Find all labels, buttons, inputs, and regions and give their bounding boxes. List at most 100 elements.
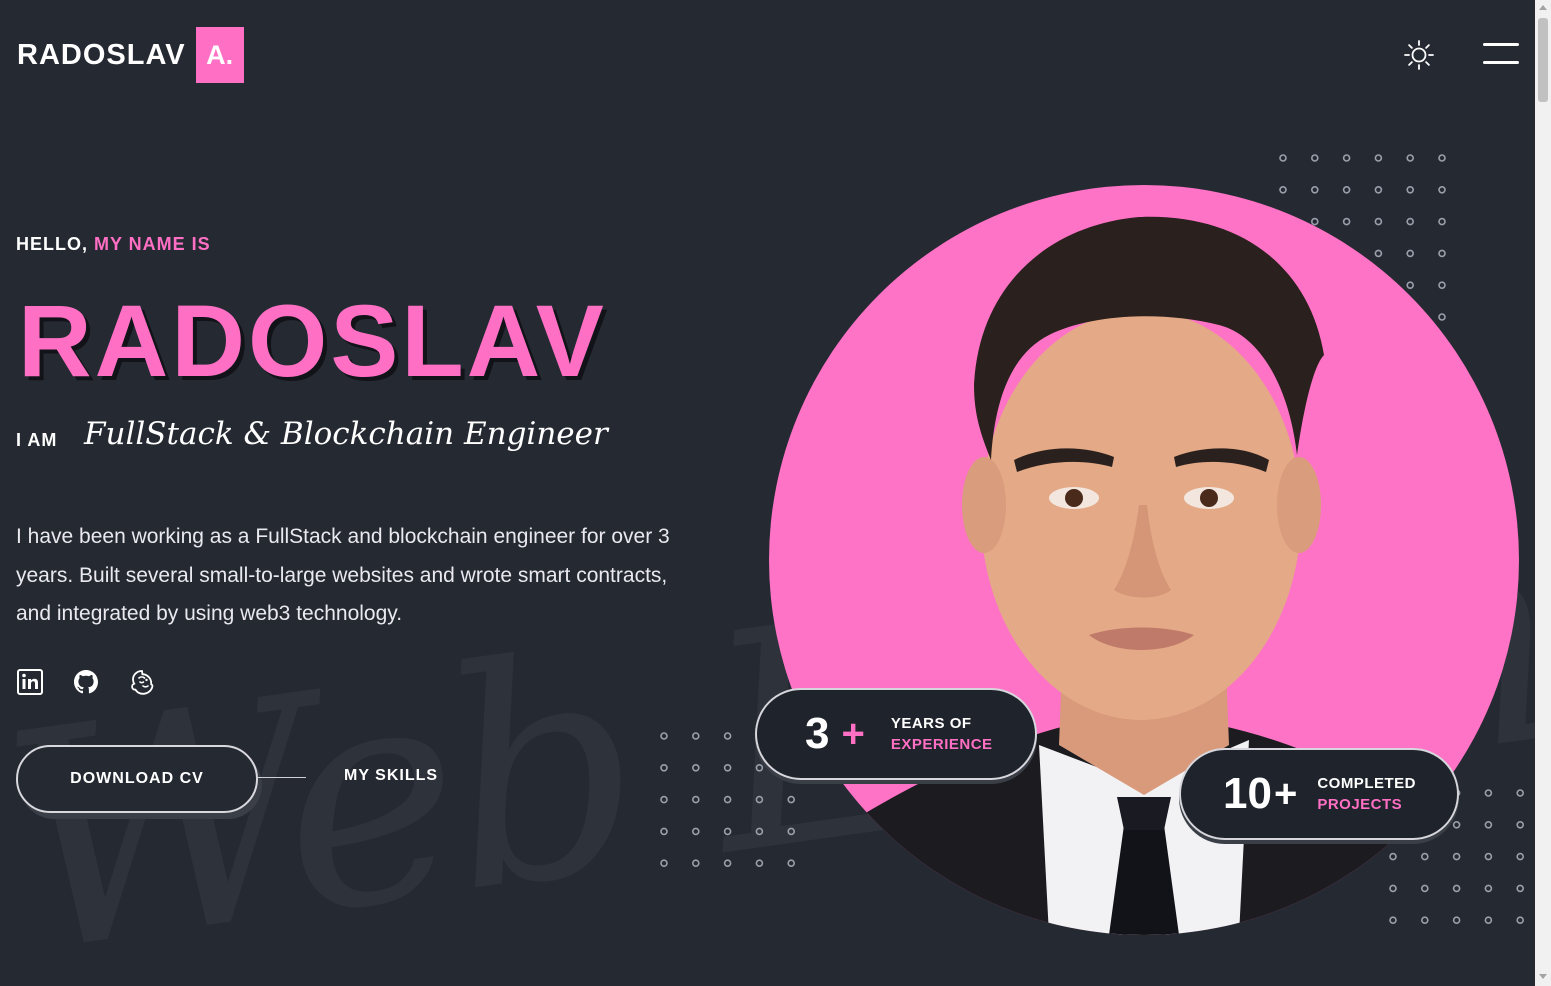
decor-dot — [1374, 249, 1383, 258]
download-cv-button[interactable]: DOWNLOAD CV — [16, 745, 258, 813]
stat-label-line1: COMPLETED — [1317, 775, 1416, 792]
decor-dot — [1420, 916, 1429, 924]
decor-dot — [755, 795, 764, 804]
stat-label: COMPLETED PROJECTS — [1317, 773, 1416, 815]
decor-dot — [660, 859, 668, 867]
stat-label-line2: PROJECTS — [1317, 796, 1403, 813]
decor-dot — [691, 763, 700, 772]
menu-bar — [1483, 43, 1519, 46]
decor-dot — [1438, 249, 1446, 258]
decor-dot — [1438, 281, 1446, 289]
decor-dot — [1389, 884, 1397, 893]
decor-dot — [660, 732, 668, 740]
stat-value: 10 — [1223, 769, 1272, 818]
decor-dot — [1420, 852, 1429, 861]
decor-dot — [1452, 820, 1461, 829]
decor-dot — [1389, 916, 1397, 924]
decor-dot — [1438, 217, 1446, 226]
decor-dot — [1342, 217, 1351, 226]
decor-dot — [1484, 789, 1493, 797]
menu-bar — [1483, 61, 1519, 64]
stat-plus: + — [841, 711, 865, 756]
greeting: HELLO, MY NAME IS — [16, 234, 211, 255]
decor-dot — [691, 732, 700, 740]
decor-dot — [1374, 185, 1383, 194]
role-title: FullStack & Blockchain Engineer — [84, 416, 608, 452]
scroll-down-arrow-icon[interactable] — [1539, 974, 1547, 979]
decor-dot — [1516, 789, 1524, 797]
scroll-up-arrow-icon[interactable] — [1539, 5, 1547, 10]
decor-dot — [1310, 217, 1319, 226]
my-skills-link[interactable]: MY SKILLS — [344, 767, 438, 785]
mailchimp-link[interactable] — [128, 668, 156, 696]
scrollbar-thumb[interactable] — [1538, 18, 1548, 102]
decor-dot — [691, 795, 700, 804]
decor-dot — [1406, 281, 1414, 289]
decor-dot — [723, 763, 732, 772]
decor-dot — [1420, 884, 1429, 893]
hamburger-menu-button[interactable] — [1483, 43, 1519, 67]
theme-toggle-button[interactable] — [1403, 39, 1435, 71]
hero-name: RADOSLAV — [18, 284, 607, 398]
decor-dot — [1484, 884, 1493, 893]
decor-dot — [1279, 185, 1287, 194]
linkedin-link[interactable] — [16, 668, 44, 696]
stat-label-line1: YEARS OF — [890, 715, 972, 732]
decor-dot — [1310, 154, 1319, 162]
decor-dot — [755, 763, 764, 772]
decor-dot — [1342, 154, 1351, 162]
vertical-scrollbar[interactable] — [1535, 0, 1551, 986]
decor-dot — [691, 827, 700, 836]
decor-dot — [1310, 185, 1319, 194]
decor-dot — [1484, 820, 1493, 829]
decor-dot — [1374, 217, 1383, 226]
decor-dot — [1438, 154, 1446, 162]
stat-plus: + — [1273, 771, 1298, 816]
decor-dot — [1406, 154, 1414, 162]
stat-number: 10 + — [1223, 769, 1297, 819]
i-am-label: I AM — [16, 430, 58, 450]
decor-dot — [723, 859, 732, 867]
decor-dot — [1484, 916, 1493, 924]
stat-value: 3 — [805, 709, 830, 758]
stat-label-line2: EXPERIENCE — [890, 736, 993, 753]
decor-dot — [1279, 154, 1287, 162]
decor-dot — [660, 795, 668, 804]
decor-dot — [723, 732, 732, 740]
logo-badge: A. — [195, 27, 244, 83]
decor-dot — [723, 795, 732, 804]
decor-dot — [1452, 852, 1461, 861]
greeting-text: HELLO, — [16, 234, 88, 254]
decor-dot — [1516, 884, 1524, 893]
experience-stat-card: 3 + YEARS OF EXPERIENCE — [755, 688, 1037, 780]
divider-line — [256, 777, 306, 778]
decor-dot — [1516, 916, 1524, 924]
logo-text: RADOSLAV — [17, 38, 186, 71]
decor-dot — [691, 859, 700, 867]
intro-paragraph: I have been working as a FullStack and b… — [16, 525, 670, 625]
decor-dot — [787, 859, 795, 867]
site-logo[interactable]: RADOSLAV A. — [17, 27, 244, 83]
decor-dot — [1438, 313, 1446, 321]
decor-dot — [1516, 820, 1524, 829]
sun-icon — [1404, 40, 1434, 70]
greeting-accent: MY NAME IS — [94, 234, 211, 254]
decor-dot — [1374, 154, 1383, 162]
decor-dot — [755, 827, 764, 836]
decor-dot — [1438, 185, 1446, 194]
decor-dot — [1406, 185, 1414, 194]
decor-dot — [787, 795, 795, 804]
decor-dot — [1452, 884, 1461, 893]
decor-dot — [1484, 852, 1493, 861]
decor-dot — [1452, 916, 1461, 924]
mailchimp-icon — [131, 670, 154, 695]
stat-label: YEARS OF EXPERIENCE — [891, 713, 993, 755]
github-link[interactable] — [72, 668, 100, 696]
decor-dot — [723, 827, 732, 836]
decor-dot — [660, 763, 668, 772]
github-icon — [74, 670, 98, 694]
decor-dot — [1406, 249, 1414, 258]
social-links — [16, 668, 156, 696]
decor-dot — [787, 827, 795, 836]
decor-dot — [1516, 852, 1524, 861]
